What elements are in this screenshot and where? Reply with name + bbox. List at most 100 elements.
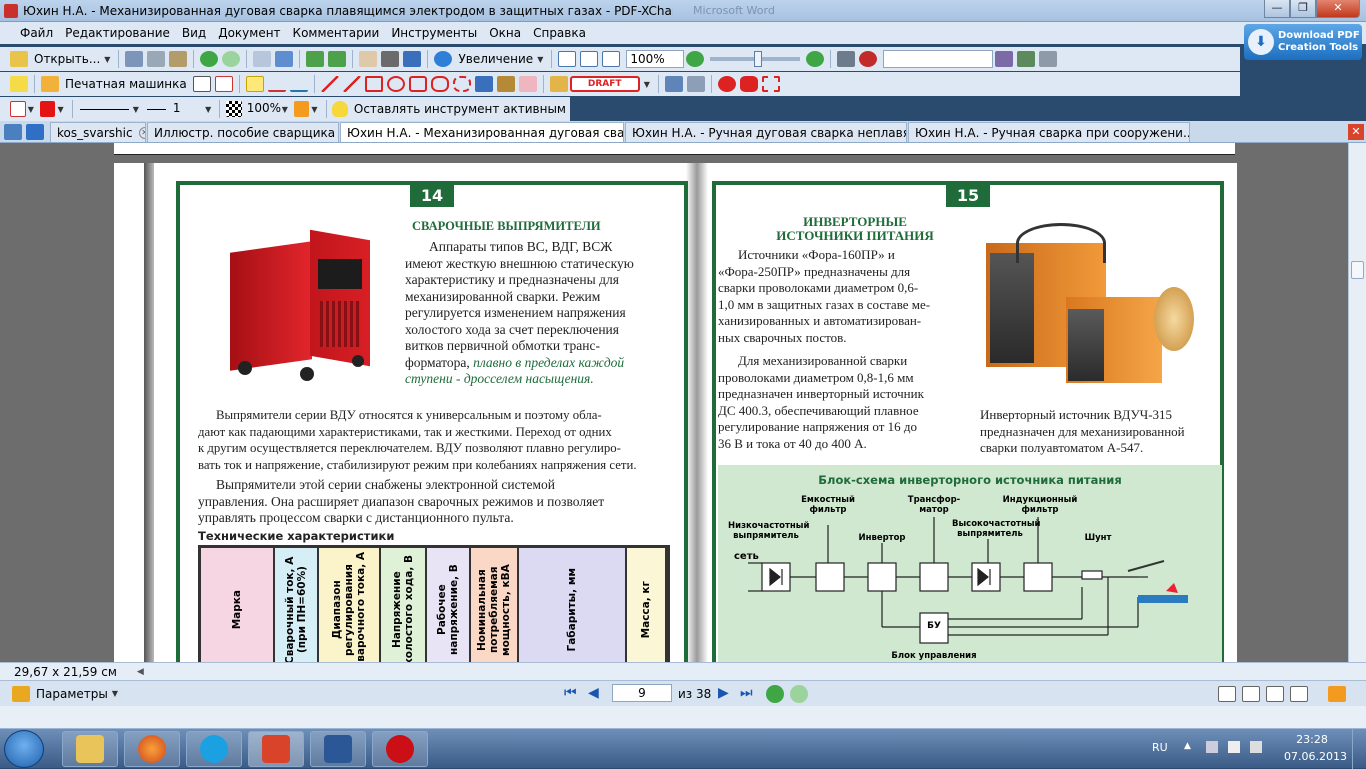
pin-icon[interactable] [474, 76, 493, 92]
undo-icon[interactable] [253, 51, 272, 67]
callout-icon[interactable] [214, 76, 233, 92]
rotate-left-icon[interactable] [306, 51, 325, 67]
taskbar-skype[interactable] [186, 731, 242, 767]
polygon-icon[interactable] [408, 76, 427, 92]
perimeter-icon[interactable] [739, 76, 758, 92]
keep-tool-active-toggle[interactable]: Оставлять инструмент активным [354, 102, 566, 116]
zoom-out-icon[interactable] [686, 51, 705, 67]
open-button[interactable]: Открыть... [34, 52, 100, 66]
border-color-icon[interactable] [10, 101, 26, 117]
next-page-icon[interactable]: ▶ [718, 685, 729, 701]
forward-icon[interactable] [222, 51, 241, 67]
scroll-left-icon[interactable]: ◀ [137, 667, 144, 677]
last-page-icon[interactable]: ⏭ [740, 685, 753, 701]
print-icon[interactable] [147, 51, 166, 67]
document-viewer[interactable]: 14 СВАРОЧНЫЕ ВЫПРЯМИТЕЛИ Аппараты типов … [0, 143, 1348, 662]
attach-file-icon[interactable] [664, 76, 683, 92]
redo-icon[interactable] [275, 51, 294, 67]
strikeout-icon[interactable] [267, 76, 286, 92]
scan-icon[interactable] [169, 51, 188, 67]
facing-continuous-icon[interactable] [1290, 686, 1308, 702]
actual-size-icon[interactable] [558, 51, 577, 67]
options-icon[interactable] [1039, 51, 1058, 67]
search-input[interactable] [883, 50, 994, 68]
find-next-icon[interactable] [995, 51, 1014, 67]
typewriter-icon[interactable] [41, 76, 59, 92]
prev-page-icon[interactable]: ◀ [588, 685, 599, 701]
fit-page-icon[interactable] [580, 51, 599, 67]
taskbar-firefox[interactable] [124, 731, 180, 767]
opacity-value[interactable]: 100% [244, 100, 282, 118]
continuous-icon[interactable] [1242, 686, 1260, 702]
menu-edit[interactable]: Редактирование [59, 26, 176, 40]
start-button[interactable] [4, 730, 44, 768]
taskbar-pdf-viewer[interactable] [248, 731, 304, 767]
tab-active-document[interactable]: Юхин Н.А. - Механизированная дуговая сва… [340, 122, 624, 142]
menu-tools[interactable]: Инструменты [385, 26, 483, 40]
taskbar-opera[interactable] [372, 731, 428, 767]
zoom-slider-thumb[interactable] [754, 51, 763, 67]
properties-icon[interactable] [293, 101, 310, 117]
menu-file[interactable]: Файл [14, 26, 59, 40]
menu-help[interactable]: Справка [527, 26, 592, 40]
menu-view[interactable]: Вид [176, 26, 212, 40]
underline-icon[interactable] [289, 76, 308, 92]
hand-tool-icon[interactable] [359, 51, 378, 67]
pencil-icon[interactable] [496, 76, 515, 92]
zoom-input[interactable]: 100% [626, 50, 685, 68]
maximize-button[interactable]: ❐ [1290, 0, 1316, 18]
menu-document[interactable]: Документ [212, 26, 286, 40]
oval-icon[interactable] [386, 76, 405, 92]
nav-forward-icon[interactable] [790, 685, 808, 703]
zoom-tool-button[interactable]: Увеличение [458, 52, 533, 66]
save-icon[interactable] [125, 51, 144, 67]
clock-date[interactable]: 07.06.2013 [1284, 750, 1347, 763]
stamp-preview[interactable]: DRAFT [569, 76, 640, 92]
nav-back-icon[interactable] [766, 685, 784, 703]
minimize-button[interactable]: — [1264, 0, 1290, 18]
tab-ruchnaya-dugovaya[interactable]: Юхин Н.А. - Ручная дуговая сварка неплав… [625, 122, 907, 142]
rectangle-icon[interactable] [364, 76, 383, 92]
tab-grid-icon[interactable] [4, 124, 22, 140]
tab-illustr-posobie[interactable]: Иллюстр. пособие сварщика✕ [147, 122, 339, 142]
open-folder-icon[interactable] [10, 51, 28, 67]
distance-icon[interactable] [717, 76, 736, 92]
taskbar-word[interactable] [310, 731, 366, 767]
tab-list-dropdown-icon[interactable] [26, 124, 44, 140]
single-page-icon[interactable] [1218, 686, 1236, 702]
fit-width-icon[interactable] [602, 51, 621, 67]
parameters-button[interactable]: Параметры [36, 687, 108, 701]
typewriter-tool[interactable]: Печатная машинка [65, 77, 187, 91]
show-desktop-button[interactable] [1352, 729, 1366, 769]
scrollbar-thumb[interactable] [1351, 261, 1364, 279]
zoom-slider[interactable] [710, 51, 801, 67]
binoculars-icon[interactable] [837, 51, 856, 67]
line-style-selector[interactable] [80, 108, 129, 110]
rotate-right-icon[interactable] [328, 51, 347, 67]
spell-check-icon[interactable] [859, 51, 878, 67]
arrow-icon[interactable] [320, 76, 339, 92]
language-indicator[interactable]: RU [1152, 741, 1168, 754]
tools-icon[interactable] [1328, 686, 1346, 702]
eraser-icon[interactable] [518, 76, 537, 92]
tab-close-icon[interactable]: ✕ [138, 126, 145, 139]
find-prev-icon[interactable] [1017, 51, 1036, 67]
page-number-input[interactable]: 9 [612, 684, 672, 702]
vertical-scrollbar[interactable] [1348, 143, 1366, 662]
note-icon[interactable] [10, 76, 28, 92]
back-icon[interactable] [200, 51, 219, 67]
sound-icon[interactable] [686, 76, 705, 92]
zoom-icon[interactable] [434, 51, 453, 67]
cloud-icon[interactable] [430, 76, 449, 92]
select-text-icon[interactable] [403, 51, 422, 67]
first-page-icon[interactable]: ⏮ [564, 685, 577, 701]
volume-icon[interactable] [1250, 741, 1262, 753]
polyline-icon[interactable] [452, 76, 471, 92]
textbox-icon[interactable] [192, 76, 211, 92]
clock-time[interactable]: 23:28 [1284, 733, 1340, 746]
tab-ruchnaya-svarka[interactable]: Юхин Н.А. - Ручная сварка при сооружени.… [908, 122, 1190, 142]
close-all-tabs-icon[interactable]: ✕ [1348, 124, 1364, 140]
snapshot-icon[interactable] [381, 51, 400, 67]
fill-color-icon[interactable] [39, 101, 56, 117]
close-button[interactable]: ✕ [1316, 0, 1360, 18]
